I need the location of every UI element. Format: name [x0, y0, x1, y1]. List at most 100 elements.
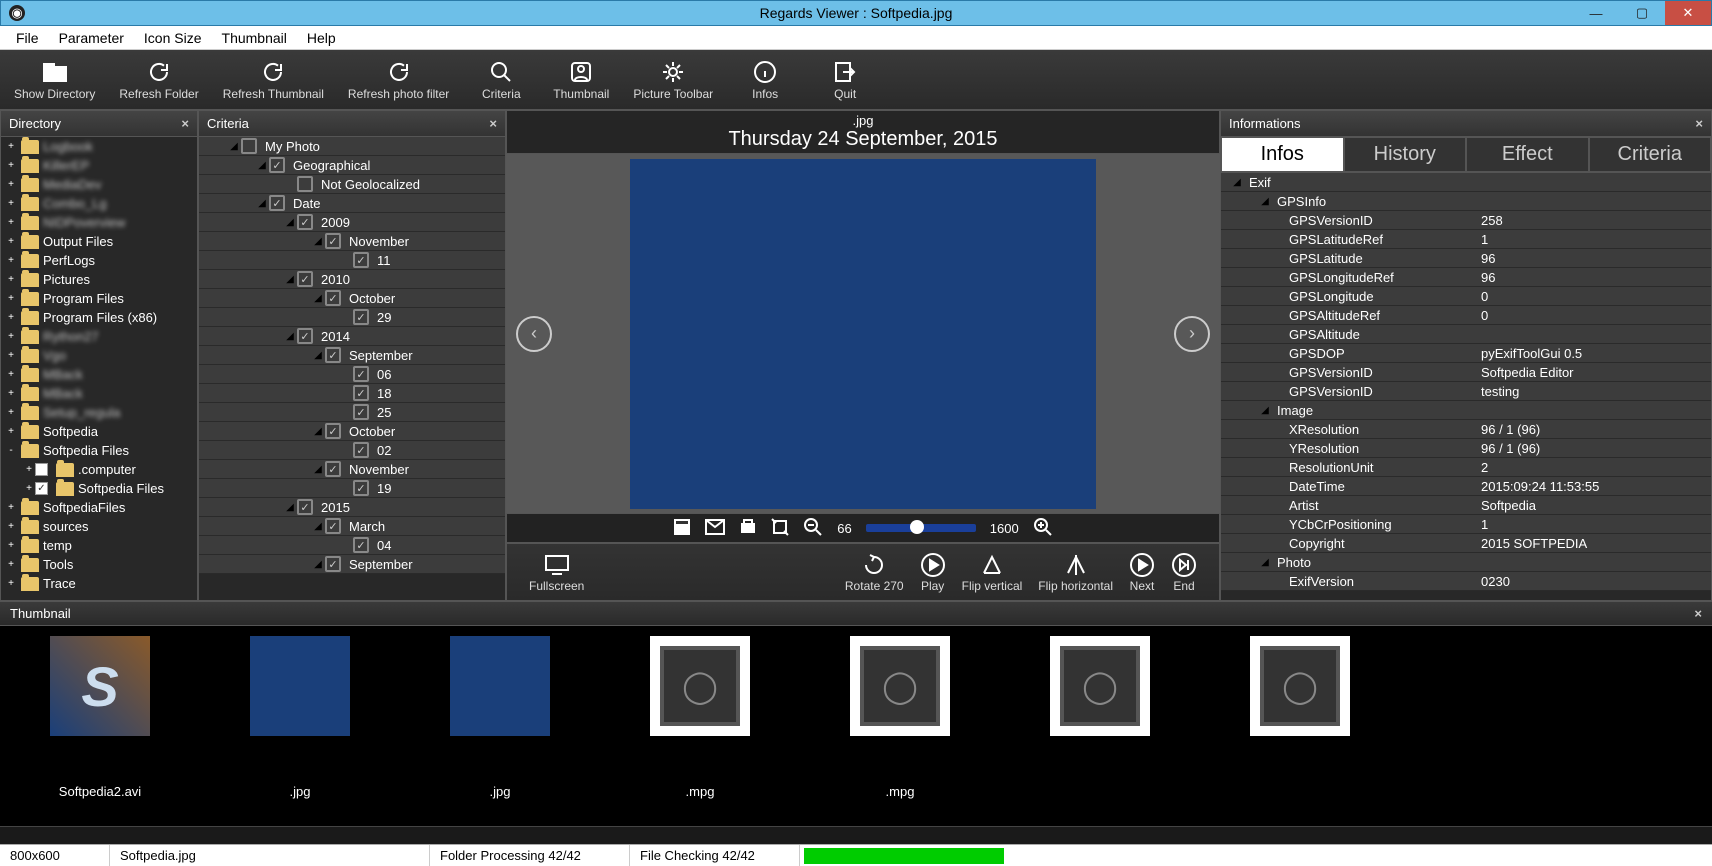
dir-item[interactable]: +sources [1, 517, 197, 536]
expand-icon[interactable]: + [5, 578, 17, 589]
expand-icon[interactable]: ◢ [311, 521, 325, 532]
dir-item[interactable]: +Program Files (x86) [1, 308, 197, 327]
checkbox[interactable]: ✓ [353, 252, 369, 268]
expand-icon[interactable]: ◢ [283, 502, 297, 513]
minimize-button[interactable]: — [1573, 1, 1619, 25]
expand-icon[interactable]: ◢ [311, 236, 325, 247]
dir-item[interactable]: +temp [1, 536, 197, 555]
criteria-item[interactable]: ◢✓November [199, 460, 505, 479]
dir-item[interactable]: +Logbook [1, 137, 197, 156]
thumbnail-image[interactable]: ◯ [850, 636, 950, 736]
thumbnail-image[interactable]: ◯ [1250, 636, 1350, 736]
criteria-close-icon[interactable]: × [489, 116, 497, 131]
thumbnail-image[interactable]: ◯ [650, 636, 750, 736]
end-button[interactable]: End [1171, 551, 1197, 593]
criteria-item[interactable]: ✓18 [199, 384, 505, 403]
thumbnail-item[interactable]: .jpg [250, 636, 350, 799]
expand-icon[interactable]: ◢ [1257, 557, 1273, 568]
info-row[interactable]: Copyright2015 SOFTPEDIA [1221, 534, 1711, 553]
criteria-item[interactable]: ◢✓2009 [199, 213, 505, 232]
rotate-button[interactable]: Rotate 270 [845, 551, 904, 593]
expand-icon[interactable]: - [5, 445, 17, 456]
toolbar-quit[interactable]: Quit [805, 59, 885, 101]
expand-icon[interactable]: + [5, 179, 17, 190]
thumbnail-scrollbar[interactable] [0, 826, 1712, 844]
dir-item[interactable]: +Combo_Lg [1, 194, 197, 213]
checkbox[interactable]: ✓ [353, 385, 369, 401]
expand-icon[interactable]: + [5, 198, 17, 209]
dir-item[interactable]: +Program Files [1, 289, 197, 308]
criteria-item[interactable]: Not Geolocalized [199, 175, 505, 194]
thumbnail-item[interactable]: ◯ [1250, 636, 1350, 784]
expand-icon[interactable]: + [5, 350, 17, 361]
expand-icon[interactable]: ◢ [227, 141, 241, 152]
dir-item[interactable]: +Trace [1, 574, 197, 593]
menu-help[interactable]: Help [297, 28, 346, 48]
expand-icon[interactable]: + [5, 521, 17, 532]
criteria-item[interactable]: ◢✓November [199, 232, 505, 251]
toolbar-show-directory[interactable]: Show Directory [2, 59, 107, 101]
menu-icon-size[interactable]: Icon Size [134, 28, 212, 48]
criteria-tree[interactable]: ◢My Photo◢✓GeographicalNot Geolocalized◢… [199, 137, 505, 600]
thumbnail-image[interactable]: S [50, 636, 150, 736]
criteria-item[interactable]: ✓11 [199, 251, 505, 270]
checkbox[interactable]: ✓ [353, 442, 369, 458]
dir-item[interactable]: +Softpedia [1, 422, 197, 441]
flip-horizontal-button[interactable]: Flip horizontal [1038, 551, 1113, 593]
dir-item[interactable]: +PerfLogs [1, 251, 197, 270]
expand-icon[interactable]: + [5, 426, 17, 437]
dir-item[interactable]: +✓Softpedia Files [1, 479, 197, 498]
expand-icon[interactable]: + [23, 464, 35, 475]
criteria-item[interactable]: ◢✓2010 [199, 270, 505, 289]
info-row[interactable]: YCbCrPositioning1 [1221, 515, 1711, 534]
expand-icon[interactable]: + [5, 312, 17, 323]
menu-thumbnail[interactable]: Thumbnail [212, 28, 297, 48]
expand-icon[interactable]: + [5, 217, 17, 228]
checkbox[interactable]: ✓ [353, 537, 369, 553]
dir-item[interactable]: +KillerEP [1, 156, 197, 175]
expand-icon[interactable]: + [5, 255, 17, 266]
zoom-out-icon[interactable] [803, 517, 823, 540]
criteria-item[interactable]: ◢✓September [199, 346, 505, 365]
expand-icon[interactable]: ◢ [255, 198, 269, 209]
checkbox[interactable]: ✓ [297, 328, 313, 344]
expand-icon[interactable]: ◢ [311, 350, 325, 361]
save-icon[interactable] [673, 518, 691, 539]
info-row[interactable]: ◢Exif [1221, 173, 1711, 192]
informations-close-icon[interactable]: × [1695, 116, 1703, 131]
criteria-item[interactable]: ◢✓March [199, 517, 505, 536]
expand-icon[interactable]: ◢ [283, 217, 297, 228]
dir-item[interactable]: +NIDPoverview [1, 213, 197, 232]
expand-icon[interactable]: ◢ [311, 293, 325, 304]
thumbnail-item[interactable]: ◯ [1050, 636, 1150, 784]
print-icon[interactable] [739, 518, 757, 539]
info-row[interactable]: GPSLatitudeRef1 [1221, 230, 1711, 249]
criteria-item[interactable]: ◢✓Geographical [199, 156, 505, 175]
next-button[interactable]: Next [1129, 551, 1155, 593]
dir-item[interactable]: +MBack [1, 384, 197, 403]
toolbar-thumbnail[interactable]: Thumbnail [541, 59, 621, 101]
thumbnail-image[interactable] [450, 636, 550, 736]
tab-effect[interactable]: Effect [1466, 137, 1589, 172]
info-row[interactable]: DateTime2015:09:24 11:53:55 [1221, 477, 1711, 496]
checkbox[interactable]: ✓ [353, 309, 369, 325]
thumbnail-item[interactable]: .jpg [450, 636, 550, 799]
toolbar-refresh-thumbnail[interactable]: Refresh Thumbnail [211, 59, 336, 101]
expand-icon[interactable]: ◢ [311, 559, 325, 570]
toolbar-refresh-photo-filter[interactable]: Refresh photo filter [336, 59, 461, 101]
expand-icon[interactable]: + [23, 483, 35, 494]
criteria-item[interactable]: ◢✓2014 [199, 327, 505, 346]
checkbox[interactable]: ✓ [353, 480, 369, 496]
email-icon[interactable] [705, 519, 725, 538]
info-row[interactable]: ArtistSoftpedia [1221, 496, 1711, 515]
tab-criteria[interactable]: Criteria [1589, 137, 1712, 172]
expand-icon[interactable]: + [5, 407, 17, 418]
info-row[interactable]: GPSAltitudeRef0 [1221, 306, 1711, 325]
dir-item[interactable]: +Setup_regula [1, 403, 197, 422]
expand-icon[interactable]: ◢ [283, 331, 297, 342]
thumbnail-item[interactable]: SSoftpedia2.avi [50, 636, 150, 799]
checkbox[interactable]: ✓ [297, 214, 313, 230]
next-image-button[interactable]: › [1174, 316, 1210, 352]
checkbox[interactable] [297, 176, 313, 192]
expand-icon[interactable]: ◢ [255, 160, 269, 171]
